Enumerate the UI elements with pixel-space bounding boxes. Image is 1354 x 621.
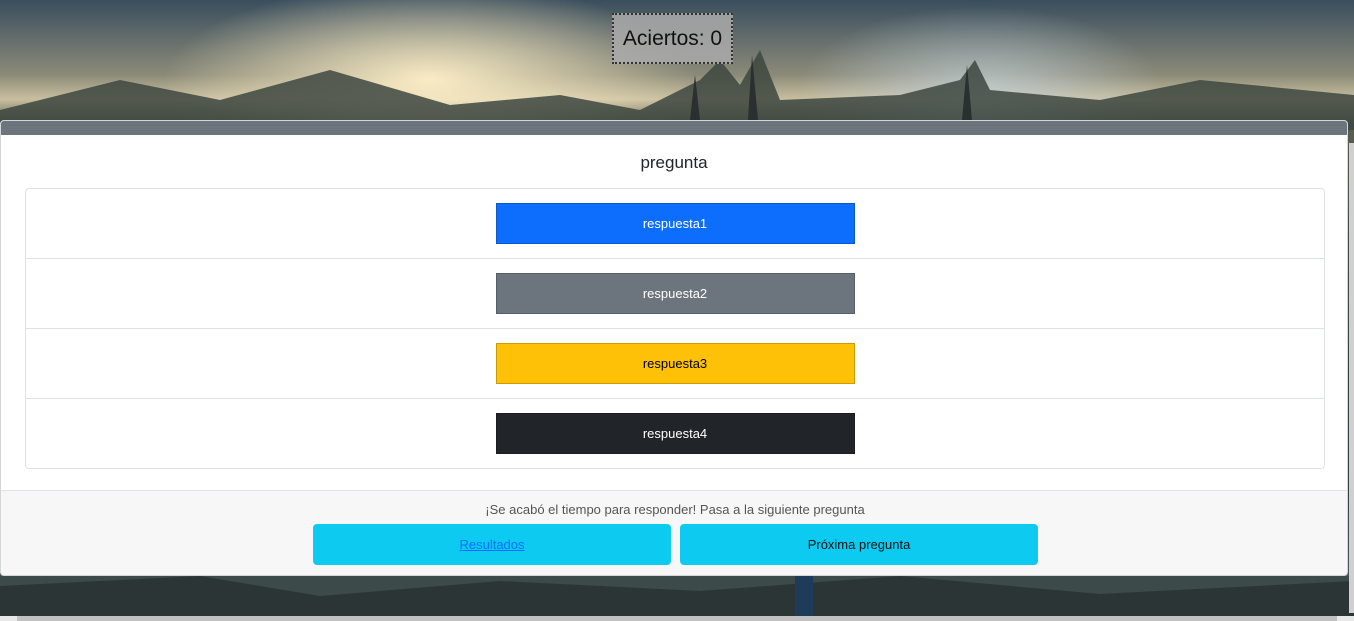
question-text: pregunta xyxy=(640,153,708,172)
ground-silhouette xyxy=(0,576,1354,616)
answer-button-4[interactable]: respuesta4 xyxy=(495,413,855,454)
next-question-button[interactable]: Próxima pregunta xyxy=(680,524,1038,565)
answer-row: respuesta4 xyxy=(26,399,1324,468)
answer-row: respuesta3 xyxy=(26,329,1324,399)
answer-row: respuesta2 xyxy=(26,259,1324,329)
answer-button-3[interactable]: respuesta3 xyxy=(495,343,855,384)
horizontal-scrollbar[interactable] xyxy=(0,616,1354,621)
horizontal-scrollbar-thumb[interactable] xyxy=(17,616,1337,621)
quiz-card: pregunta respuesta1 respuesta2 respuesta… xyxy=(0,120,1348,576)
timeout-message: ¡Se acabó el tiempo para responder! Pasa… xyxy=(485,502,865,517)
answer-button-2[interactable]: respuesta2 xyxy=(495,273,855,314)
answer-list: respuesta1 respuesta2 respuesta3 respues… xyxy=(25,188,1325,469)
card-header-bar xyxy=(1,121,1347,135)
vertical-scrollbar[interactable] xyxy=(1349,143,1354,613)
results-button[interactable]: Resultados xyxy=(313,524,671,565)
answer-button-1[interactable]: respuesta1 xyxy=(495,203,855,244)
footer-buttons: Resultados Próxima pregunta xyxy=(313,524,1038,565)
results-link[interactable]: Resultados xyxy=(459,537,524,552)
answer-row: respuesta1 xyxy=(26,189,1324,259)
score-counter: Aciertos: 0 xyxy=(612,13,733,64)
card-footer: ¡Se acabó el tiempo para responder! Pasa… xyxy=(1,490,1347,575)
